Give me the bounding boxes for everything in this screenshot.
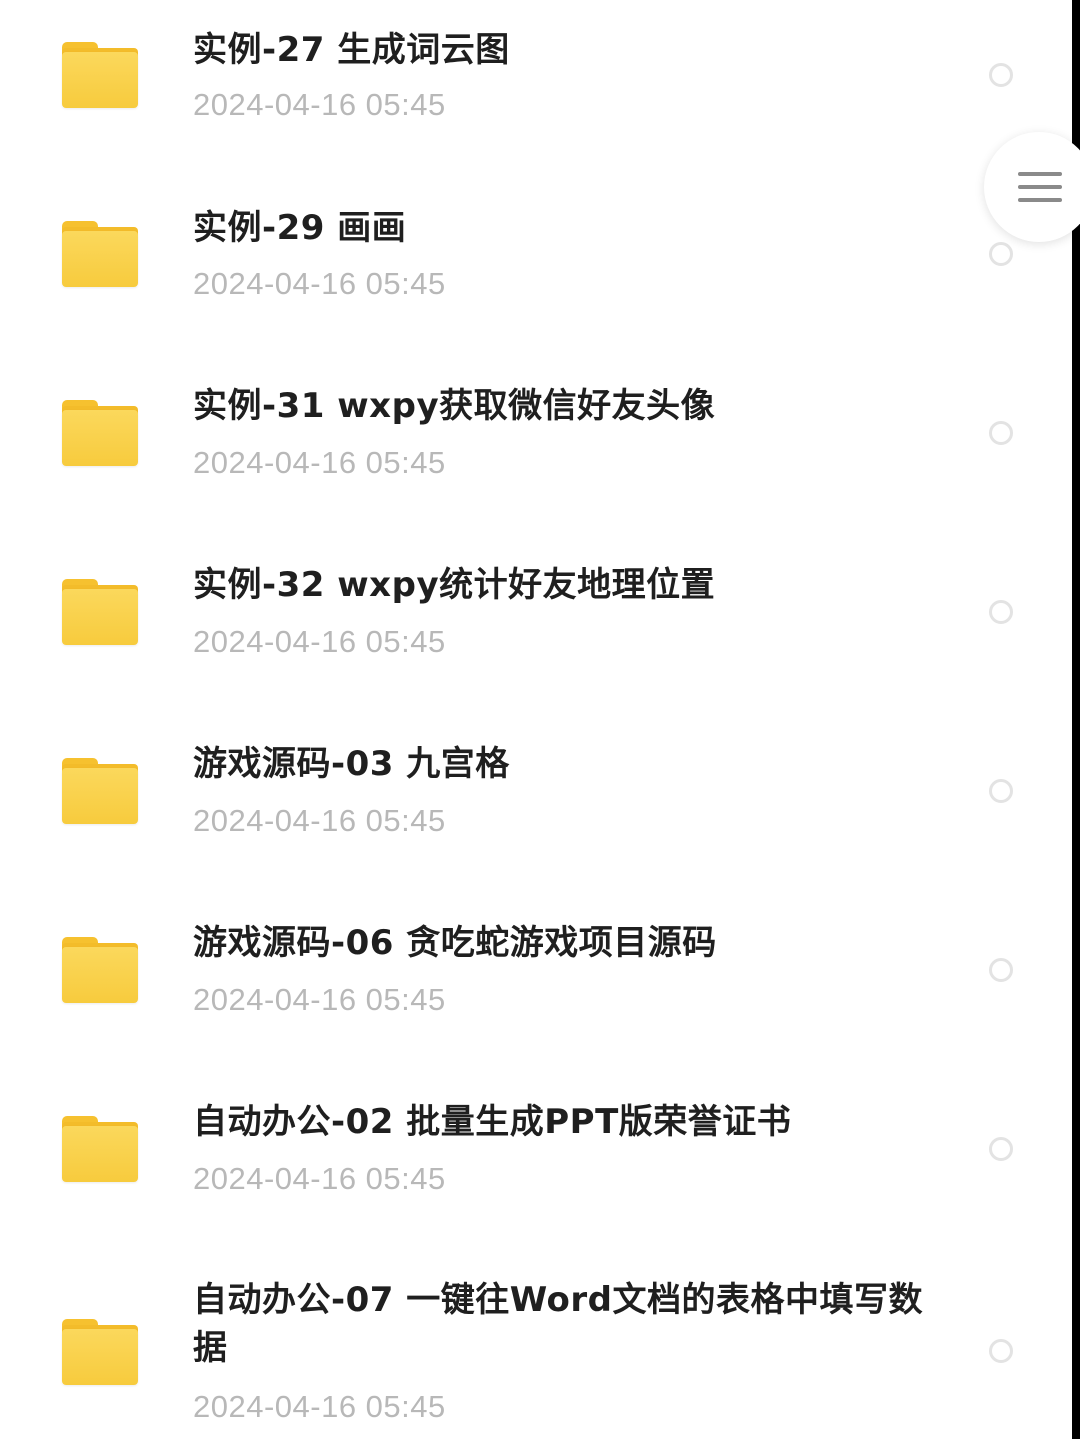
file-row[interactable]: 实例-29 画画 2024-04-16 05:45 xyxy=(0,179,1072,358)
file-date: 2024-04-16 05:45 xyxy=(193,1389,446,1424)
file-row[interactable]: 实例-31 wxpy获取微信好友头像 2024-04-16 05:45 xyxy=(0,358,1072,537)
file-row[interactable]: 自动办公-07 一键往Word文档的表格中填写数据 2024-04-16 05:… xyxy=(0,1253,1072,1439)
file-date: 2024-04-16 05:45 xyxy=(193,982,446,1017)
folder-icon xyxy=(62,42,138,108)
radio-circle-icon[interactable] xyxy=(989,1339,1013,1363)
file-name: 自动办公-07 一键往Word文档的表格中填写数据 xyxy=(193,1280,924,1368)
radio-circle-icon[interactable] xyxy=(989,779,1013,803)
file-date: 2024-04-16 05:45 xyxy=(193,445,446,480)
file-name: 实例-27 生成词云图 xyxy=(193,30,510,70)
folder-icon xyxy=(62,221,138,287)
radio-circle-icon[interactable] xyxy=(989,958,1013,982)
radio-circle-icon[interactable] xyxy=(989,63,1013,87)
file-row[interactable]: 游戏源码-06 贪吃蛇游戏项目源码 2024-04-16 05:45 xyxy=(0,895,1072,1074)
folder-icon xyxy=(62,758,138,824)
file-date: 2024-04-16 05:45 xyxy=(193,1161,446,1196)
radio-circle-icon[interactable] xyxy=(989,242,1013,266)
file-date: 2024-04-16 05:45 xyxy=(193,87,446,122)
folder-icon xyxy=(62,400,138,466)
file-row[interactable]: 游戏源码-03 九宫格 2024-04-16 05:45 xyxy=(0,716,1072,895)
file-date: 2024-04-16 05:45 xyxy=(193,803,446,838)
file-row[interactable]: 实例-27 生成词云图 2024-04-16 05:45 xyxy=(0,0,1072,179)
file-name: 自动办公-02 批量生成PPT版荣誉证书 xyxy=(193,1102,792,1142)
file-date: 2024-04-16 05:45 xyxy=(193,266,446,301)
radio-circle-icon[interactable] xyxy=(989,600,1013,624)
file-date: 2024-04-16 05:45 xyxy=(193,624,446,659)
file-name: 实例-29 画画 xyxy=(193,208,407,248)
file-list: 实例-27 生成词云图 2024-04-16 05:45 实例-29 画画 20… xyxy=(0,0,1072,1439)
file-name: 游戏源码-06 贪吃蛇游戏项目源码 xyxy=(193,923,717,963)
folder-icon xyxy=(62,1319,138,1385)
file-row[interactable]: 自动办公-02 批量生成PPT版荣誉证书 2024-04-16 05:45 xyxy=(0,1074,1072,1253)
radio-circle-icon[interactable] xyxy=(989,1137,1013,1161)
radio-circle-icon[interactable] xyxy=(989,421,1013,445)
file-browser-screen: 实例-27 生成词云图 2024-04-16 05:45 实例-29 画画 20… xyxy=(0,0,1080,1439)
file-name: 实例-32 wxpy统计好友地理位置 xyxy=(193,565,716,605)
file-name: 游戏源码-03 九宫格 xyxy=(193,744,510,784)
folder-icon xyxy=(62,1116,138,1182)
file-row[interactable]: 实例-32 wxpy统计好友地理位置 2024-04-16 05:45 xyxy=(0,537,1072,716)
folder-icon xyxy=(62,579,138,645)
folder-icon xyxy=(62,937,138,1003)
file-name: 实例-31 wxpy获取微信好友头像 xyxy=(193,386,716,426)
